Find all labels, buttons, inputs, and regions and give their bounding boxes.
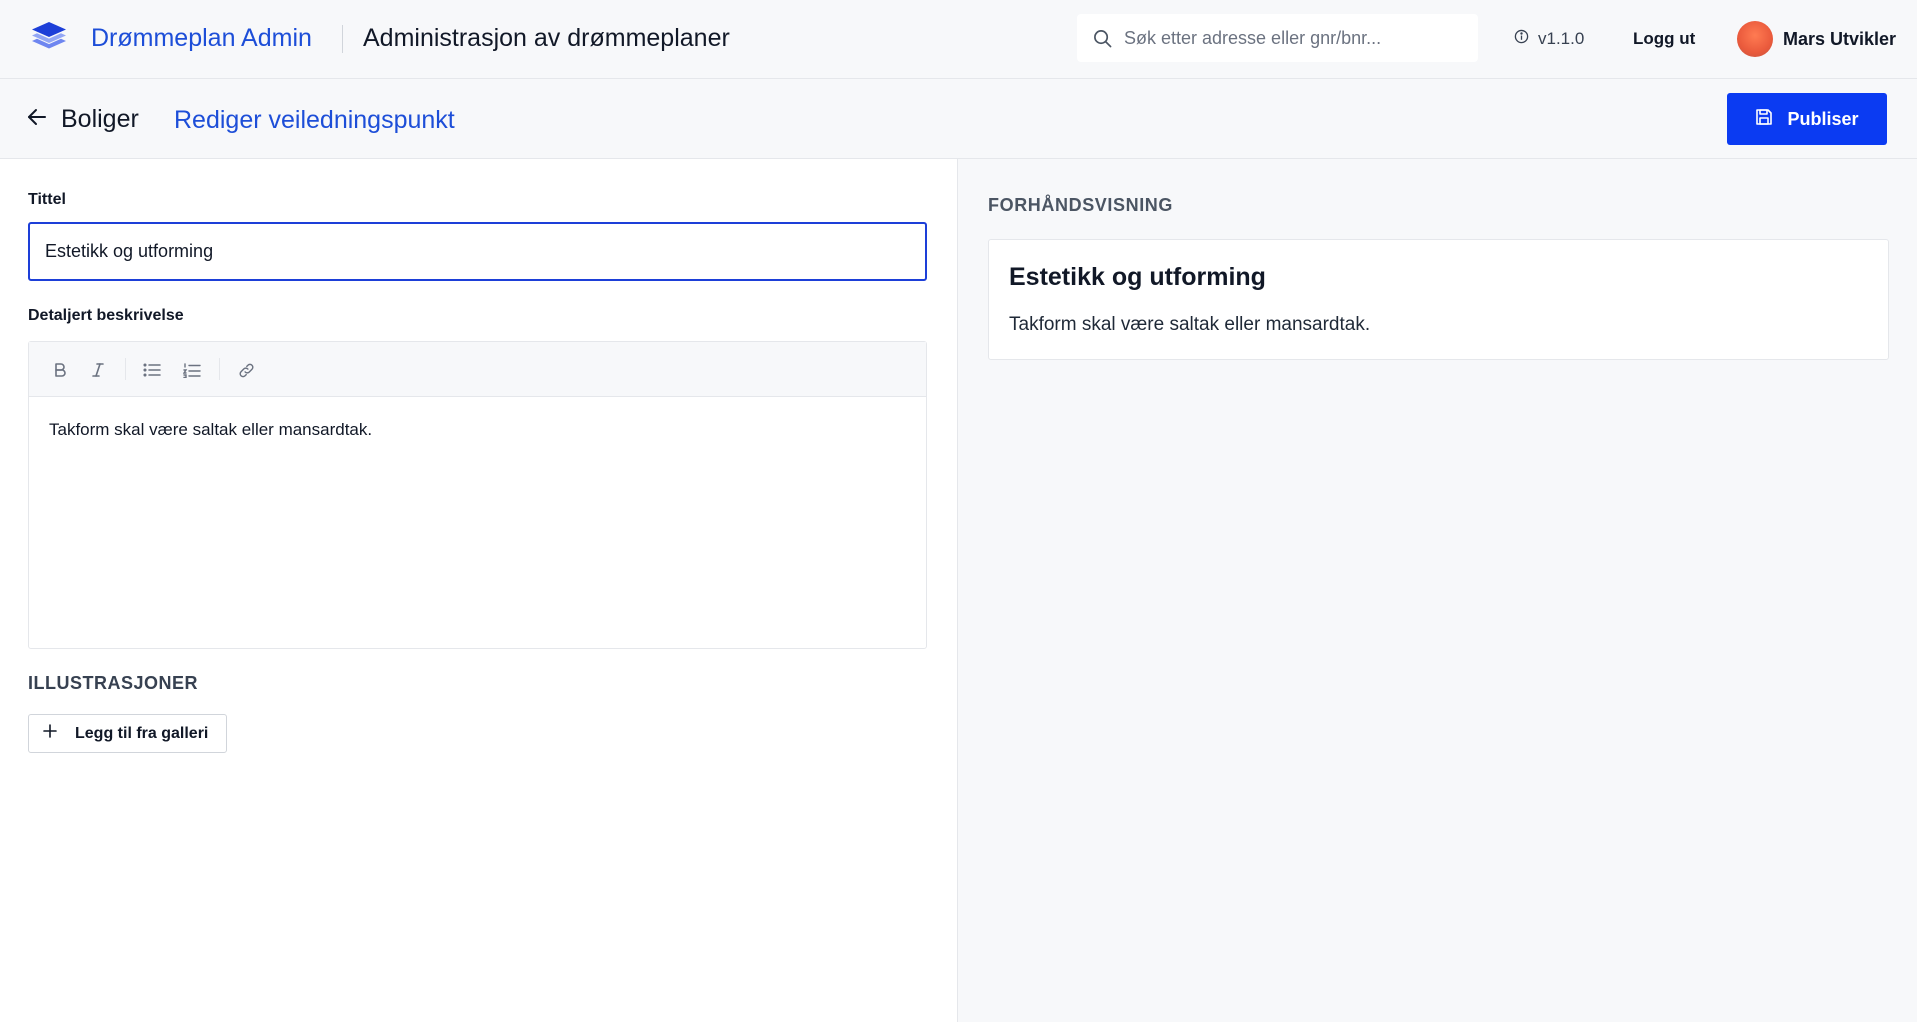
bold-icon[interactable] xyxy=(49,359,71,381)
link-icon[interactable] xyxy=(235,359,257,381)
italic-icon[interactable] xyxy=(87,359,109,381)
rich-text-editor[interactable]: Takform skal være saltak eller mansardta… xyxy=(28,341,927,649)
title-label: Tittel xyxy=(28,191,66,208)
version-label: v1.1.0 xyxy=(1538,29,1585,48)
preview-heading: FORHÅNDSVISNING xyxy=(988,195,1174,215)
app-subtitle: Administrasjon av drømmeplaner xyxy=(363,24,730,52)
add-from-gallery-button[interactable]: Legg til fra galleri xyxy=(28,714,227,753)
save-icon xyxy=(1755,108,1773,131)
editor-toolbar xyxy=(29,342,926,397)
plus-icon xyxy=(43,724,57,743)
page-title: Rediger veiledningspunkt xyxy=(174,106,455,134)
back-label: Boliger xyxy=(61,104,139,133)
top-header: Drømmeplan Admin Administrasjon av drømm… xyxy=(0,0,1917,79)
sub-header: Boliger Rediger veiledningspunkt Publise… xyxy=(0,79,1917,159)
search-input[interactable] xyxy=(1124,14,1464,62)
user-name[interactable]: Mars Utvikler xyxy=(1783,29,1896,50)
publish-button[interactable]: Publiser xyxy=(1727,93,1887,145)
publish-label: Publiser xyxy=(1787,108,1859,129)
numbered-list-icon[interactable] xyxy=(181,359,203,381)
preview-text: Takform skal være saltak eller mansardta… xyxy=(1009,314,1371,335)
search-box[interactable] xyxy=(1077,14,1478,62)
header-divider xyxy=(342,25,343,53)
preview-card: Estetikk og utforming Takform skal være … xyxy=(988,239,1889,360)
preview-title: Estetikk og utforming xyxy=(1009,263,1266,291)
info-icon xyxy=(1514,29,1529,49)
toolbar-divider xyxy=(125,358,126,380)
version-info[interactable]: v1.1.0 xyxy=(1514,28,1584,50)
logout-button[interactable]: Logg ut xyxy=(1633,29,1695,49)
search-icon xyxy=(1093,29,1112,48)
description-label: Detaljert beskrivelse xyxy=(28,307,184,324)
arrow-left-icon xyxy=(27,108,47,131)
bullet-list-icon[interactable] xyxy=(141,359,163,381)
title-input[interactable] xyxy=(28,222,927,281)
illustrations-heading: ILLUSTRASJONER xyxy=(28,673,199,693)
avatar[interactable] xyxy=(1737,21,1773,57)
toolbar-divider xyxy=(219,358,220,380)
edit-form: Tittel Detaljert beskrivelse xyxy=(0,159,957,1022)
back-link[interactable]: Boliger xyxy=(27,105,139,133)
layers-logo-icon[interactable] xyxy=(30,21,68,57)
add-from-gallery-label: Legg til fra galleri xyxy=(75,724,209,742)
description-text[interactable]: Takform skal være saltak eller mansardta… xyxy=(49,418,909,442)
preview-pane: FORHÅNDSVISNING Estetikk og utforming Ta… xyxy=(957,159,1917,1022)
brand-name[interactable]: Drømmeplan Admin xyxy=(91,24,312,53)
